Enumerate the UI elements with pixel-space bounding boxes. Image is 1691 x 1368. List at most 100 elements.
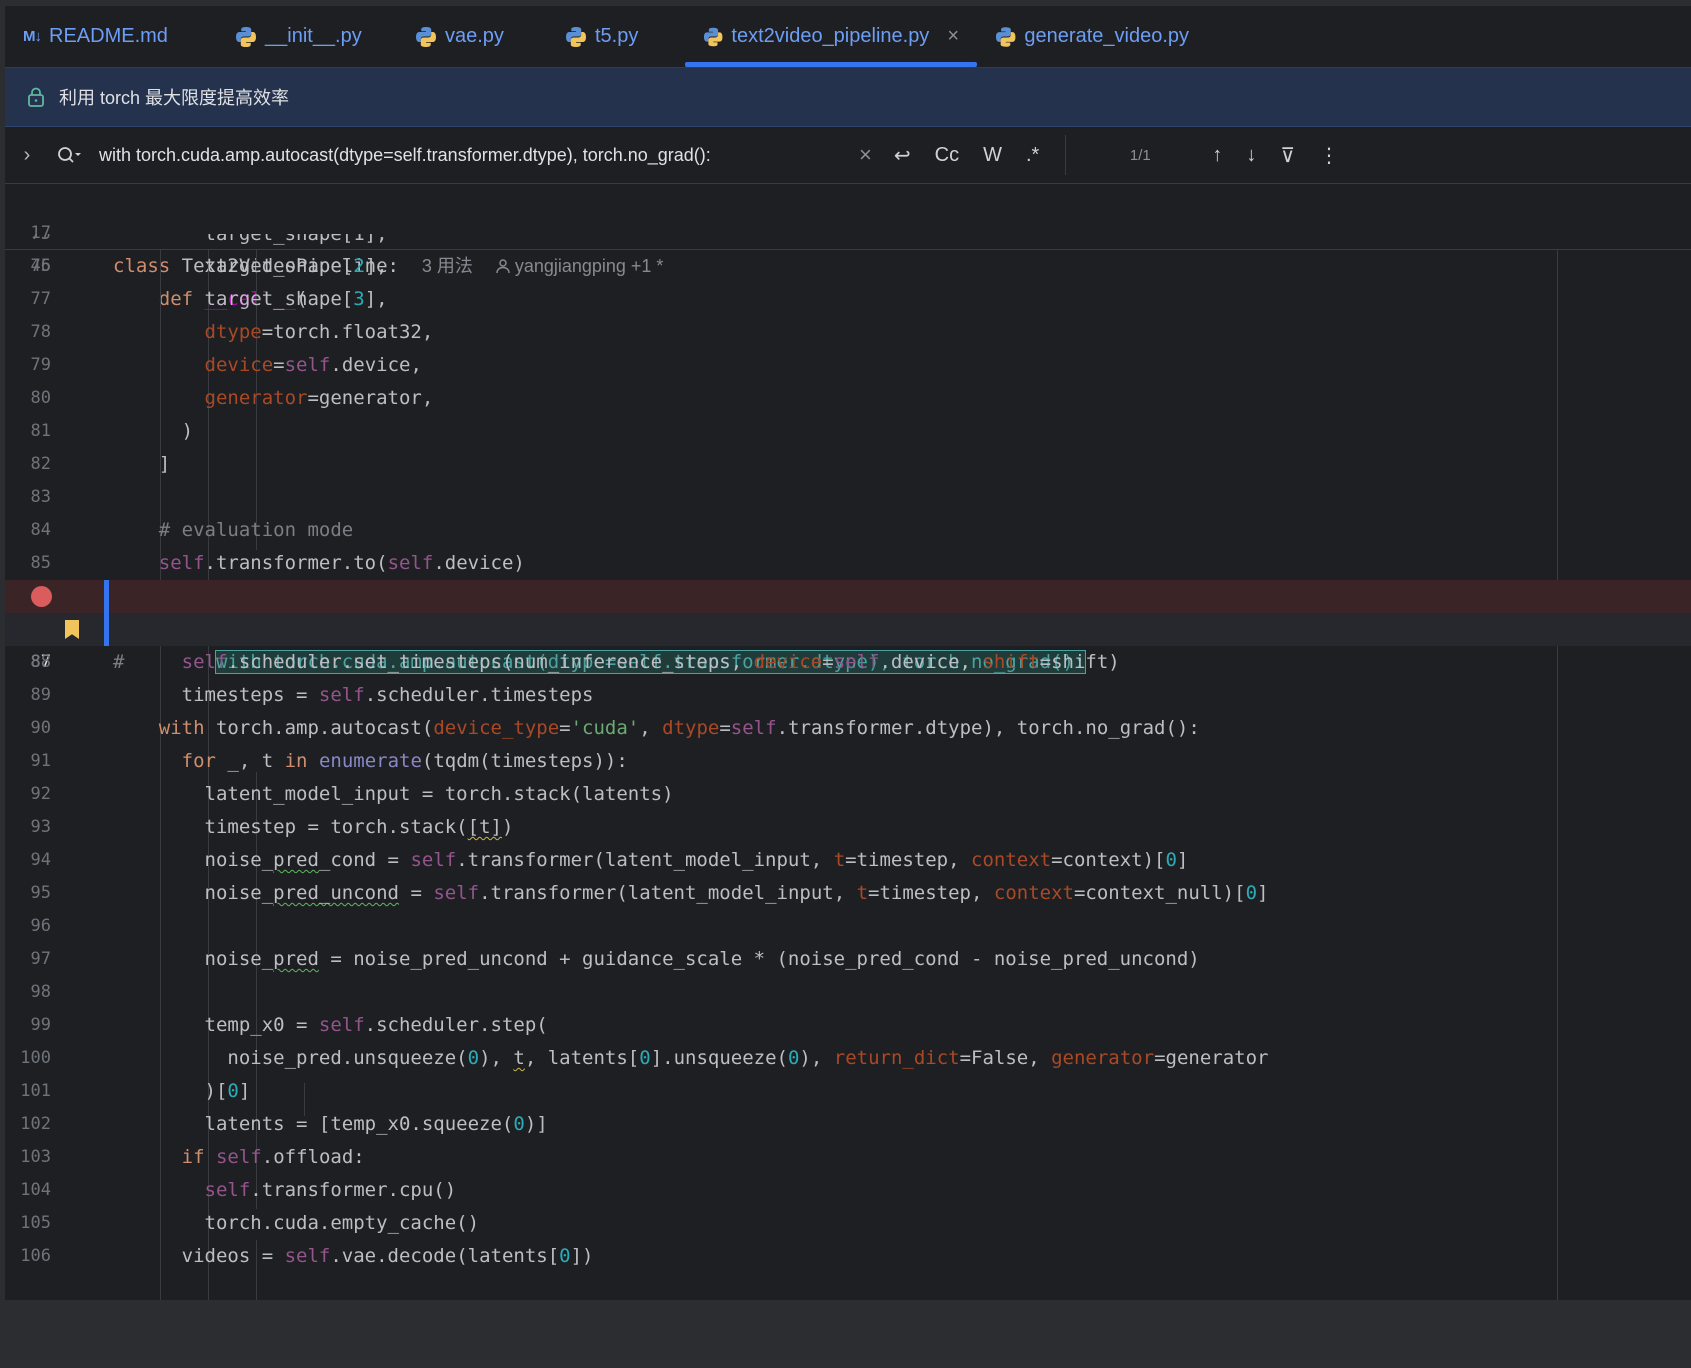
code-line: 95 noise_pred_uncond = self.transformer(…: [5, 877, 1691, 910]
bookmark-icon[interactable]: [65, 620, 79, 639]
tab-label: generate_video.py: [1024, 25, 1189, 47]
code-text: noise_pred_uncond = self.transformer(lat…: [204, 882, 1269, 904]
python-icon: [703, 27, 723, 46]
code-line: 101 )[0]: [5, 1075, 1691, 1108]
previous-match-icon[interactable]: ↑: [1200, 144, 1234, 167]
line-number: 102: [20, 1114, 51, 1134]
tab-vae[interactable]: vae.py: [397, 6, 547, 67]
tab-init[interactable]: __init__.py: [217, 6, 397, 67]
line-number: 81: [30, 421, 51, 441]
code-line: 84 # evaluation mode: [5, 514, 1691, 547]
code-line: 102 latents = [temp_x0.squeeze(0)]: [5, 1108, 1691, 1141]
line-number: 77: [30, 289, 51, 309]
line-number: 95: [30, 883, 51, 903]
code-line: 75 target_shape[1],: [30, 234, 388, 245]
code-line: 99 temp_x0 = self.scheduler.step(: [5, 1009, 1691, 1042]
code-line: 93 timestep = torch.stack([t]): [5, 811, 1691, 844]
line-number: 85: [30, 553, 51, 573]
code-text: for _, t in enumerate(tqdm(timesteps)):: [181, 750, 628, 772]
code-text: if self.offload:: [181, 1146, 365, 1168]
code-editor[interactable]: 17 class Text2VideoPipeline: 3 用法 yangji…: [5, 184, 1691, 1300]
code-line: 78 dtype=torch.float32,: [5, 316, 1691, 349]
tab-label: text2video_pipeline.py: [731, 25, 930, 47]
code-line: 103 if self.offload:: [5, 1141, 1691, 1174]
code-text: latents = [temp_x0.squeeze(0)]: [204, 1113, 548, 1135]
line-number: 88: [30, 652, 51, 672]
lock-icon: [28, 87, 44, 107]
line-number: 96: [30, 916, 51, 936]
next-match-icon[interactable]: ↓: [1234, 144, 1268, 167]
more-options-icon[interactable]: ⋮: [1307, 143, 1351, 168]
tab-t5[interactable]: t5.py: [547, 6, 685, 67]
clear-search-icon[interactable]: ×: [849, 142, 882, 168]
vcs-change-marker[interactable]: [104, 580, 109, 646]
code-text: )[0]: [204, 1080, 251, 1102]
line-number: 104: [20, 1180, 51, 1200]
expand-replace-chevron-icon[interactable]: ›: [5, 144, 49, 167]
code-line: 83: [5, 481, 1691, 514]
code-text: noise_pred.unsqueeze(0), t, latents[0].u…: [227, 1047, 1269, 1069]
code-line: 96: [5, 910, 1691, 943]
search-history-icon[interactable]: [49, 145, 89, 165]
code-line: 77 target_shape[3],: [5, 283, 1691, 316]
python-icon: [416, 26, 436, 47]
code-line: 80 generator=generator,: [5, 382, 1691, 415]
breakpoint-icon[interactable]: [31, 586, 52, 607]
code-line: 104 self.transformer.cpu(): [5, 1174, 1691, 1207]
code-text: timesteps = self.scheduler.timesteps: [181, 684, 594, 706]
line-number: 106: [20, 1246, 51, 1266]
whole-words-toggle[interactable]: W: [971, 144, 1014, 167]
divider: [1065, 135, 1067, 175]
code-line-breakpoint: # with torch.cuda.amp.autocast(dtype=sel…: [5, 580, 1691, 674]
regex-toggle[interactable]: .*: [1014, 144, 1051, 167]
code-line: 106 videos = self.vae.decode(latents[0]): [5, 1240, 1691, 1273]
tab-label: __init__.py: [265, 25, 362, 47]
code-line: 82 ]: [5, 448, 1691, 481]
line-number: 90: [30, 718, 51, 738]
info-banner: 利用 torch 最大限度提高效率: [5, 68, 1691, 127]
code-text: generator=generator,: [204, 387, 434, 409]
find-bar: › with torch.cuda.amp.autocast(dtype=sel…: [5, 127, 1691, 184]
line-number: 91: [30, 751, 51, 771]
python-icon: [236, 26, 256, 47]
code-text: videos = self.vae.decode(latents[0]): [181, 1245, 594, 1267]
code-text: target_shape[3],: [204, 288, 388, 310]
code-text: device=self.device,: [204, 354, 422, 376]
line-number: 98: [30, 982, 51, 1002]
line-number: 97: [30, 949, 51, 969]
code-line: 92 latent_model_input = torch.stack(late…: [5, 778, 1691, 811]
code-line: 79 device=self.device,: [5, 349, 1691, 382]
code-line: 81 ): [5, 415, 1691, 448]
code-text: ]: [158, 453, 171, 475]
editor-tab-bar: M↓ README.md __init__.py vae.py t5.py te…: [5, 6, 1691, 68]
python-icon: [995, 26, 1016, 47]
tab-generate-video[interactable]: generate_video.py: [977, 6, 1207, 67]
code-line: 85 self.transformer.to(self.device): [5, 547, 1691, 580]
line-number: 84: [30, 520, 51, 540]
code-line: 100 noise_pred.unsqueeze(0), t, latents[…: [5, 1042, 1691, 1075]
line-number: 93: [30, 817, 51, 837]
code-text: torch.cuda.empty_cache(): [204, 1212, 480, 1234]
tab-readme[interactable]: M↓ README.md: [5, 6, 217, 67]
code-line: 88 self.scheduler.set_timesteps(num_infe…: [5, 646, 1691, 679]
code-line: 97 noise_pred = noise_pred_uncond + guid…: [5, 943, 1691, 976]
code-line: 76 target_shape[2],: [5, 250, 1691, 283]
close-tab-icon[interactable]: ×: [947, 25, 959, 48]
filter-icon[interactable]: ⊽: [1268, 143, 1307, 168]
line-number: 79: [30, 355, 51, 375]
code-text: # evaluation mode: [158, 519, 354, 541]
tab-label: t5.py: [595, 25, 639, 47]
search-input[interactable]: with torch.cuda.amp.autocast(dtype=self.…: [89, 145, 829, 166]
line-number: 100: [20, 1048, 51, 1068]
tab-label: README.md: [49, 25, 168, 47]
line-number: 99: [30, 1015, 51, 1035]
code-text: self.scheduler.set_timesteps(num_inferen…: [181, 651, 1120, 673]
code-text: self.transformer.to(self.device): [158, 552, 525, 574]
tab-text2video-pipeline[interactable]: text2video_pipeline.py ×: [685, 6, 977, 67]
code-text: latent_model_input = torch.stack(latents…: [204, 783, 674, 805]
sticky-line: 17 class Text2VideoPipeline: 3 用法 yangji…: [5, 184, 1691, 277]
match-count: 1/1: [1129, 146, 1151, 164]
line-number: 76: [30, 256, 51, 276]
match-case-toggle[interactable]: Cc: [923, 144, 971, 167]
multiline-toggle-icon[interactable]: ↩: [882, 143, 923, 168]
